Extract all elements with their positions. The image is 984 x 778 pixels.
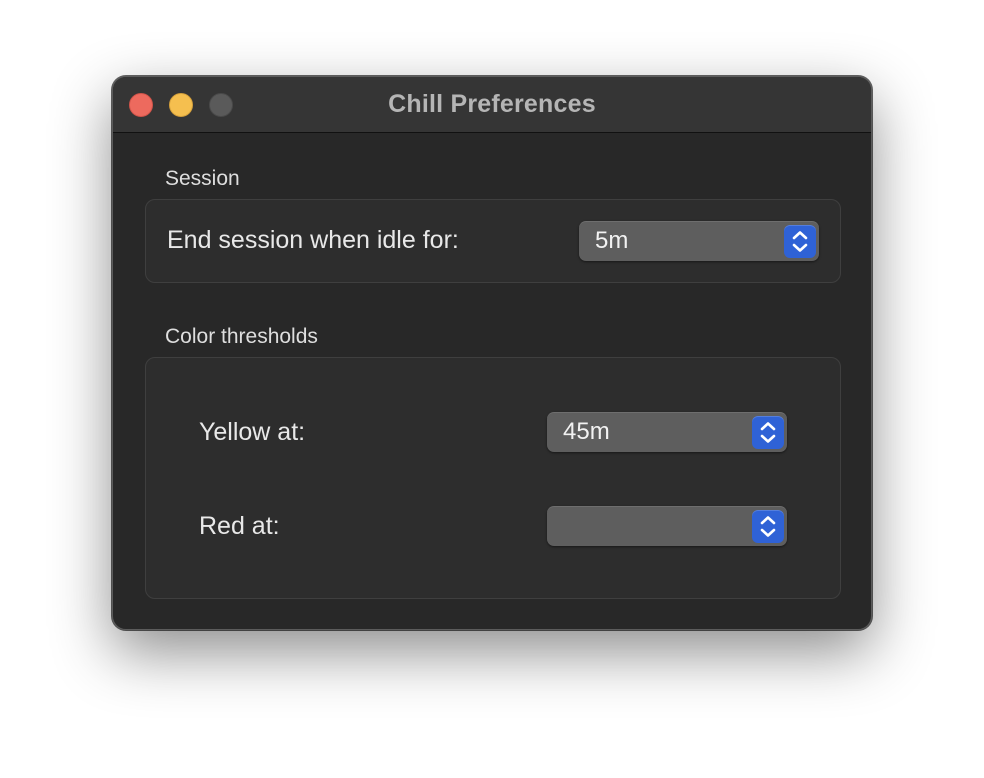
yellow-threshold-value: 45m <box>563 418 610 445</box>
session-group-box: End session when idle for: 5m <box>145 199 841 283</box>
red-threshold-label: Red at: <box>199 512 280 540</box>
red-threshold-popup[interactable] <box>547 506 787 546</box>
yellow-threshold-label: Yellow at: <box>199 418 306 446</box>
yellow-threshold-popup[interactable]: 45m <box>547 412 787 452</box>
color-thresholds-group-box: Yellow at: 45m Red at: <box>145 357 841 599</box>
title-bar[interactable]: Chill Preferences <box>113 77 871 133</box>
idle-timeout-popup[interactable]: 5m <box>579 221 819 261</box>
chevron-up-down-icon <box>752 416 784 449</box>
idle-timeout-label: End session when idle for: <box>167 226 459 254</box>
idle-timeout-value: 5m <box>595 227 629 254</box>
chevron-up-down-icon <box>752 510 784 543</box>
preferences-window: Chill Preferences Session End session wh… <box>112 76 872 630</box>
session-section-label: Session <box>165 167 240 190</box>
color-thresholds-section-label: Color thresholds <box>165 325 318 348</box>
window-title: Chill Preferences <box>388 90 596 118</box>
chevron-up-down-icon <box>784 225 816 258</box>
